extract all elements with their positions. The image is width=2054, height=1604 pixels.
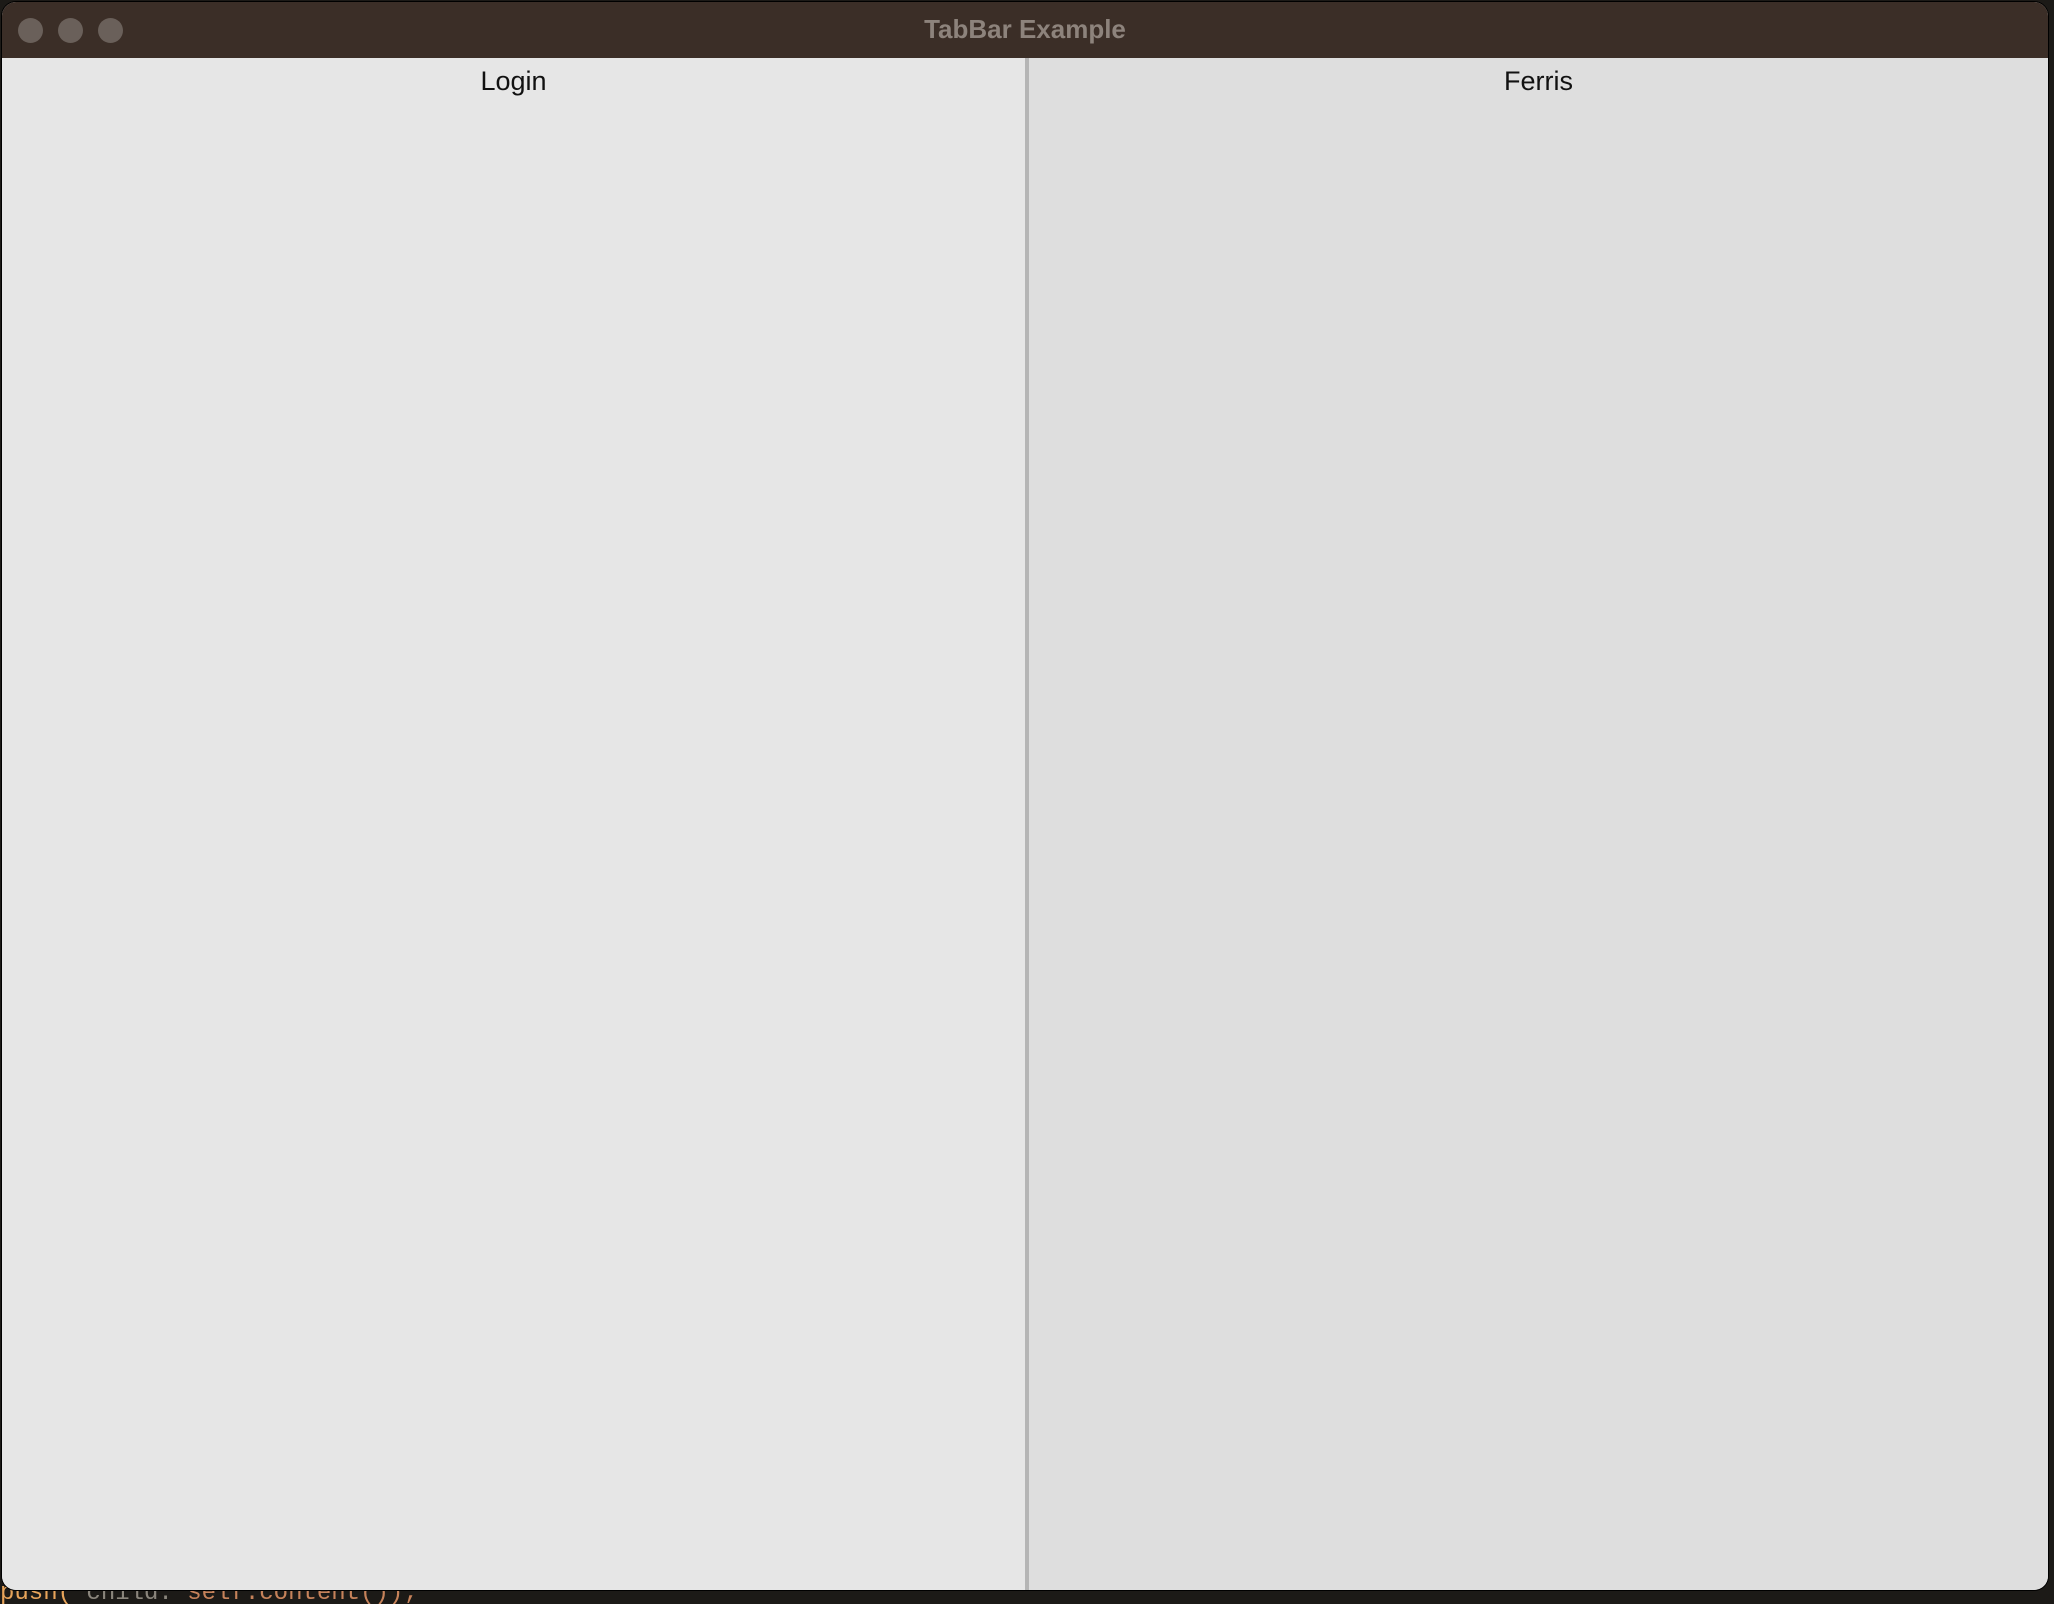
tab-bar: Login Ferris	[2, 58, 2048, 1590]
title-bar[interactable]: TabBar Example	[2, 2, 2048, 58]
desktop: push( child: self.content()); TabBar Exa…	[0, 0, 2054, 1604]
app-window: TabBar Example Login Ferris	[2, 2, 2048, 1590]
window-title: TabBar Example	[924, 14, 1126, 44]
tab-ferris[interactable]: Ferris	[1029, 58, 2048, 1590]
tab-ferris-label: Ferris	[1504, 66, 1573, 96]
tab-login-label: Login	[480, 66, 547, 96]
tab-login[interactable]: Login	[2, 58, 1025, 1590]
